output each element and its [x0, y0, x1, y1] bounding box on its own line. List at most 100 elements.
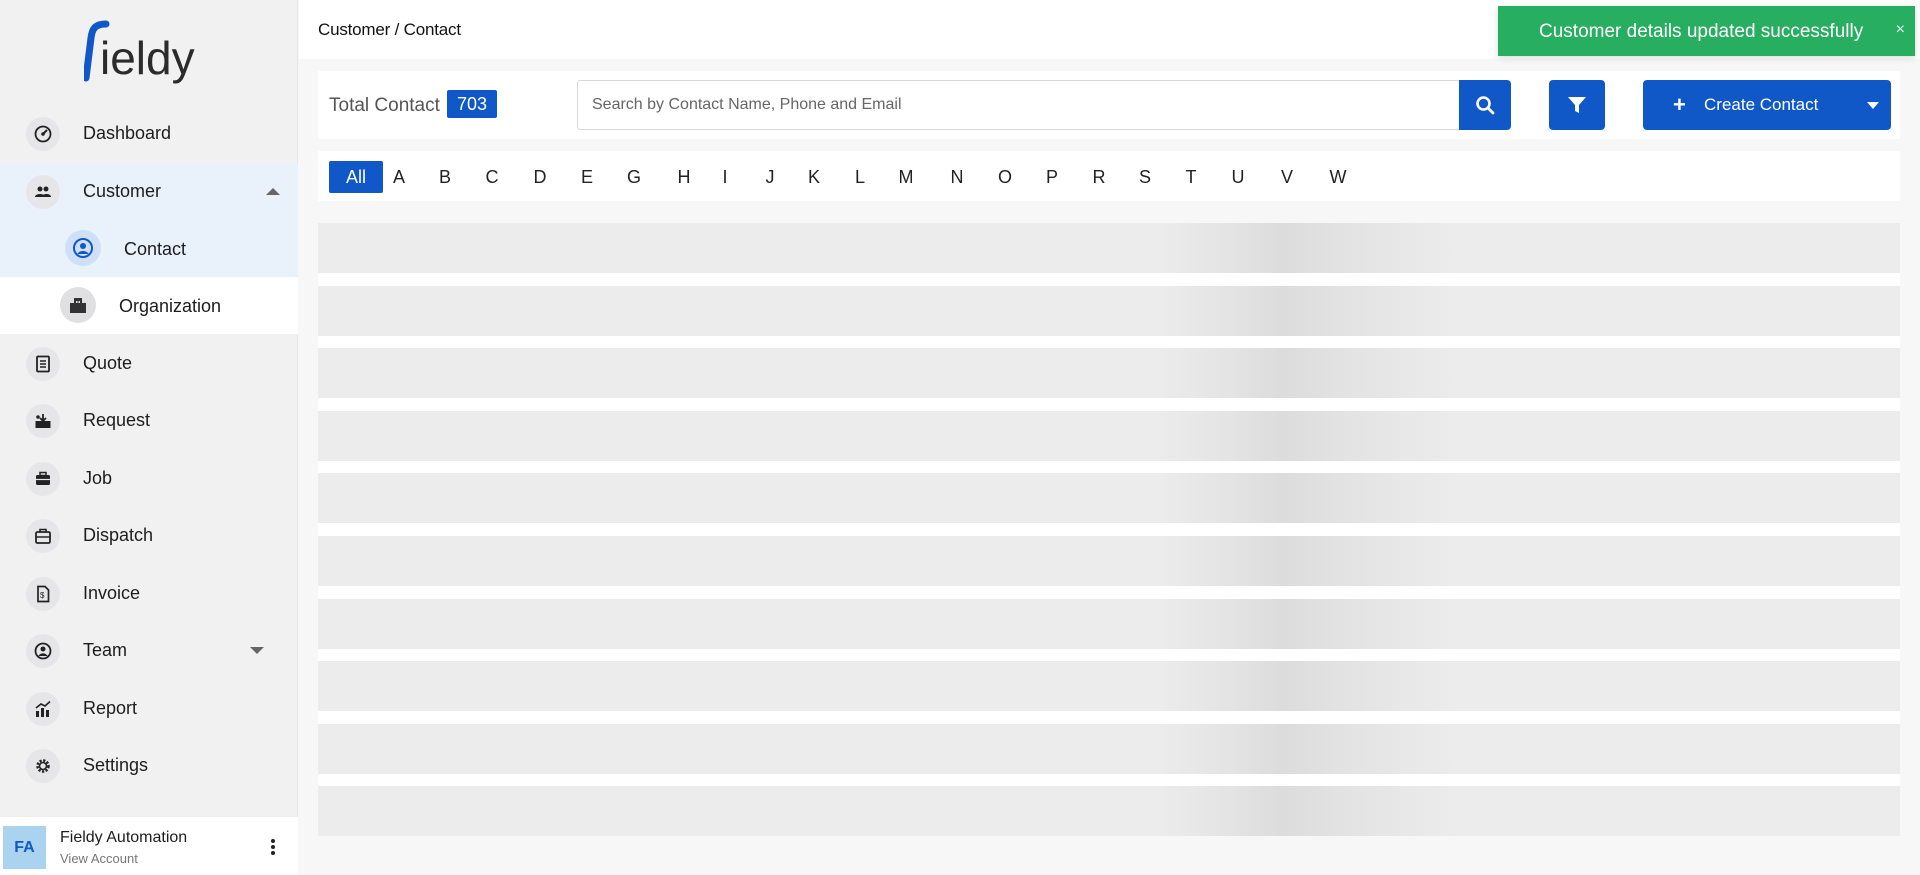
alphabet-letter-all[interactable]: All [329, 161, 383, 193]
row-divider [318, 586, 1900, 599]
sidebar-item-label: Team [83, 640, 128, 660]
skeleton-row [318, 536, 1900, 586]
sidebar-item-contact[interactable]: Contact [0, 220, 298, 277]
sidebar-item-label: Dispatch [83, 525, 154, 545]
dispatch-icon [26, 518, 60, 553]
alphabet-letter-c[interactable]: C [478, 161, 506, 193]
alphabet-letter-h[interactable]: H [670, 161, 698, 193]
fieldy-logo-mark: ieldy [82, 20, 195, 84]
view-account-link[interactable]: View Account [60, 851, 138, 866]
fieldy-logo[interactable]: ieldy [82, 16, 214, 88]
toast-message: Customer details updated successfully [1539, 21, 1864, 42]
row-divider [318, 273, 1900, 286]
contact-icon [65, 230, 101, 266]
alphabet-letter-a[interactable]: A [385, 161, 413, 193]
total-contact-badge: 703 [447, 90, 498, 118]
row-divider [318, 460, 1900, 474]
search-input[interactable] [577, 80, 1461, 130]
alphabet-letter-n[interactable]: N [942, 161, 972, 193]
alphabet-letter-o[interactable]: O [990, 161, 1020, 193]
customers-icon [26, 174, 60, 209]
create-contact-label: Create Contact [1704, 95, 1819, 114]
breadcrumb: Customer / Contact [318, 20, 461, 39]
sidebar-item-label: Contact [124, 239, 187, 259]
chevron-up-icon [266, 188, 280, 195]
job-icon [26, 461, 60, 496]
organization-icon [60, 287, 96, 323]
sidebar-item-label: Dashboard [83, 123, 172, 143]
skeleton-row [318, 661, 1900, 712]
alphabet-letter-i[interactable]: I [715, 161, 735, 193]
row-divider [318, 711, 1900, 725]
sidebar-item-job[interactable]: Job [0, 450, 298, 507]
total-contact-label: Total Contact [329, 95, 440, 116]
skeleton-row [318, 410, 1900, 461]
alphabet-letter-g[interactable]: G [620, 161, 648, 193]
alphabet-letter-j[interactable]: J [756, 161, 784, 193]
alphabet-letter-w[interactable]: W [1322, 161, 1354, 193]
account-panel[interactable]: FA Fieldy Automation View Account [0, 816, 298, 875]
chevron-down-icon [250, 647, 264, 654]
alphabet-letter-t[interactable]: T [1177, 161, 1205, 193]
sidebar-item-label: Settings [83, 755, 149, 775]
settings-icon [26, 748, 60, 783]
sidebar-item-invoice[interactable]: $ Invoice [0, 565, 298, 622]
alphabet-letter-b[interactable]: B [431, 161, 459, 193]
sidebar-item-label: Job [83, 468, 113, 488]
close-icon[interactable]: × [1896, 21, 1905, 39]
alphabet-letter-e[interactable]: E [573, 161, 601, 193]
sidebar-item-dispatch[interactable]: Dispatch [0, 507, 298, 564]
sidebar-item-quote[interactable]: Quote [0, 335, 298, 392]
create-contact-button[interactable]: + Create Contact [1643, 80, 1891, 130]
sidebar-item-organization[interactable]: Organization [0, 277, 298, 334]
sidebar-item-label: Quote [83, 353, 133, 373]
more-options-icon[interactable] [265, 837, 281, 859]
svg-text:ieldy: ieldy [100, 32, 195, 84]
skeleton-row [318, 786, 1900, 837]
skeleton-row [318, 723, 1900, 774]
alphabet-letter-d[interactable]: D [526, 161, 554, 193]
alphabet-letter-l[interactable]: L [846, 161, 874, 193]
filter-button[interactable] [1549, 80, 1605, 130]
skeleton-row [318, 348, 1900, 399]
success-toast: Customer details updated successfully × [1498, 6, 1915, 56]
sidebar-item-settings[interactable]: Settings [0, 737, 298, 794]
contact-toolbar: Total Contact 703 + Create Contact [318, 71, 1900, 139]
dashboard-icon [26, 116, 60, 151]
sidebar-item-dashboard[interactable]: Dashboard [0, 105, 298, 162]
report-icon [26, 691, 60, 726]
skeleton-row [318, 223, 1900, 273]
alphabet-letter-u[interactable]: U [1224, 161, 1252, 193]
sidebar-item-report[interactable]: Report [0, 680, 298, 737]
row-divider [318, 648, 1900, 662]
search-button[interactable] [1459, 80, 1511, 130]
sidebar-item-customer[interactable]: Customer [0, 163, 298, 220]
sidebar-item-label: Request [83, 410, 151, 430]
sidebar-item-request[interactable]: Request [0, 392, 298, 449]
alphabet-letter-s[interactable]: S [1131, 161, 1159, 193]
sidebar-item-label: Report [83, 698, 138, 718]
alphabet-letter-r[interactable]: R [1085, 161, 1113, 193]
alphabet-letter-v[interactable]: V [1273, 161, 1301, 193]
quote-icon [26, 346, 60, 381]
skeleton-row [318, 598, 1900, 649]
alphabet-letter-p[interactable]: P [1038, 161, 1066, 193]
avatar: FA [3, 826, 46, 869]
row-divider [318, 398, 1900, 412]
sidebar: ieldy Dashboard Customer Contact Organiz… [0, 0, 298, 875]
svg-text:$: $ [40, 591, 45, 600]
filter-icon [1568, 97, 1586, 113]
alphabet-filter: All A B C D E G H I J K L M N O P R S T U V W [318, 151, 1900, 201]
row-divider [318, 523, 1900, 537]
sidebar-item-label: Invoice [83, 583, 141, 603]
skeleton-row [318, 473, 1900, 524]
sidebar-item-team[interactable]: Team [0, 622, 298, 679]
row-divider [318, 335, 1900, 349]
sidebar-item-label: Organization [119, 296, 222, 316]
account-name: Fieldy Automation [60, 829, 188, 846]
team-icon [26, 633, 60, 668]
row-divider [318, 773, 1900, 787]
alphabet-letter-m[interactable]: M [891, 161, 921, 193]
chevron-down-icon[interactable] [1867, 102, 1879, 109]
alphabet-letter-k[interactable]: K [800, 161, 828, 193]
